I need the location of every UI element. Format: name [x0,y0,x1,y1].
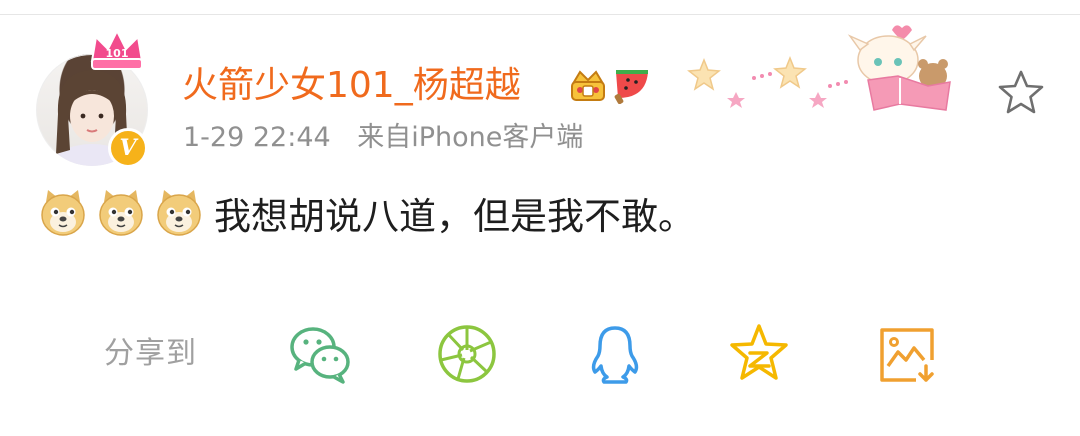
favorite-star-button[interactable] [996,68,1046,116]
doge-icon [41,190,85,236]
wechat-icon[interactable] [287,322,353,386]
post-meta: 1-29 22:44 来自iPhone客户端 [183,118,583,158]
svg-text:101: 101 [106,47,129,60]
username[interactable]: 火箭少女101_杨超越 [182,60,521,112]
qzone-icon[interactable] [726,322,792,386]
qq-icon[interactable] [582,322,648,386]
post-time: 1-29 22:44 [183,122,331,153]
moments-icon[interactable] [434,322,500,386]
post-text: 我想胡说八道，但是我不敢。 [214,195,695,238]
crown-badge-icon[interactable] [568,66,608,104]
doge-icon [99,190,143,236]
verified-badge-icon: V [108,128,148,168]
watermelon-badge-icon[interactable] [610,64,654,104]
share-label: 分享到 [104,336,197,371]
crown-decoration-icon: 101 [90,28,144,70]
save-image-icon[interactable] [874,322,940,386]
doge-icon [157,190,201,236]
card-decoration-icon [687,25,951,111]
post-content: 我想胡说八道，但是我不敢。 [38,186,695,240]
post-source: 来自iPhone客户端 [357,122,584,153]
